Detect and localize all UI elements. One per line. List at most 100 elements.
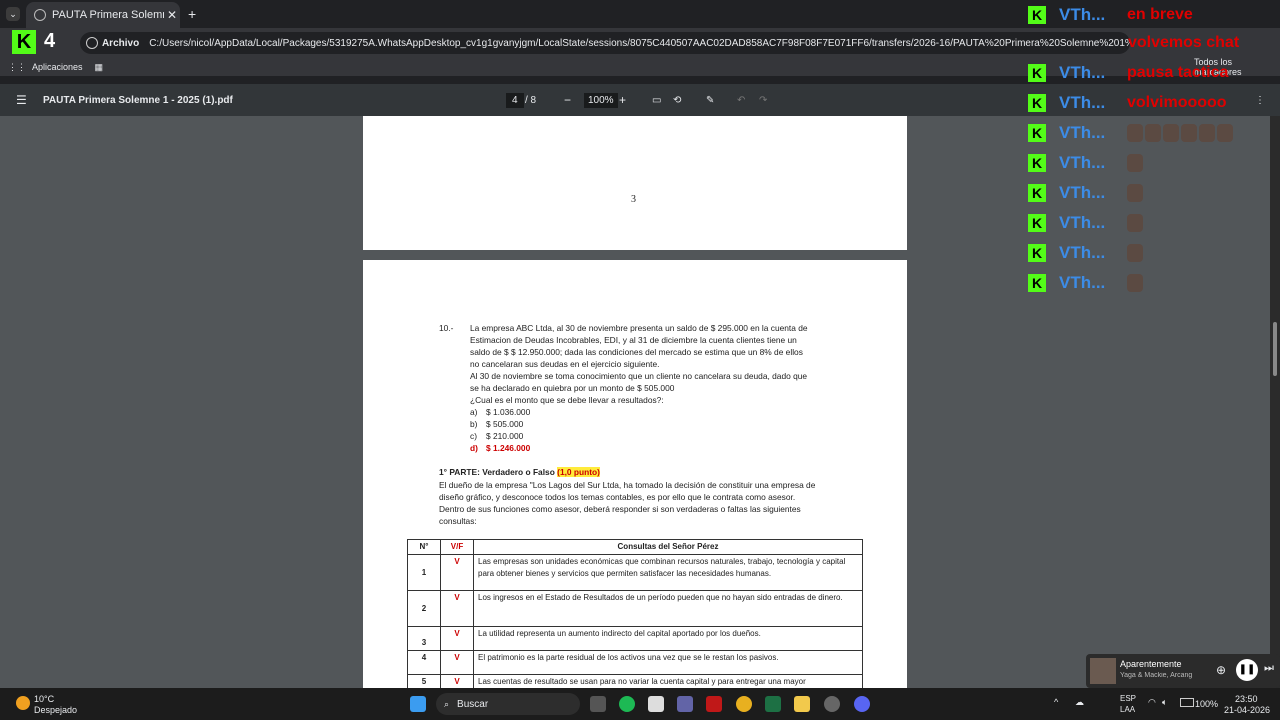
part-points: (1,0 punto) [557,467,600,477]
search-placeholder: Buscar [457,698,489,710]
question-line: La empresa ABC Ltda, al 30 de noviembre … [470,323,808,333]
question-line: Al 30 de noviembre se toma conocimiento … [470,371,808,381]
album-art [1090,658,1116,684]
discord-icon[interactable] [854,696,870,712]
media-artist: Yaga & Mackie, Arcang [1120,672,1193,679]
question-line: saldo de $ $ 12.950.000; dada las condic… [470,347,803,357]
emote-icon [1127,274,1143,292]
apps-icon[interactable]: ⋮⋮ [8,62,26,73]
excel-icon[interactable] [765,696,781,712]
tab-pdf[interactable]: PAUTA Primera Solemne 1 - 20… ✕ [26,2,180,28]
rotate-icon[interactable]: ⟲ [673,95,681,106]
volume-icon[interactable]: 🔈︎ [1162,697,1167,708]
chat-message: K VTh... [1028,181,1145,205]
emote-icon [1145,124,1161,142]
chrome-icon[interactable] [736,696,752,712]
info-icon[interactable] [86,37,98,49]
clock-time[interactable]: 23:50 [1235,694,1258,704]
fit-page-icon[interactable]: ▭ [652,95,661,106]
question-line: Estimacion de Deudas Incobrables, EDI, y… [470,335,797,345]
mcafee-icon[interactable] [706,696,722,712]
onedrive-icon[interactable]: ☁ [1075,697,1084,708]
kick-icon: K [1028,124,1046,142]
chat-message: K VTh... [1028,151,1145,175]
teams-icon[interactable] [677,696,693,712]
app-icon[interactable] [824,696,840,712]
pause-button[interactable]: ❚❚ [1236,659,1258,681]
question-line: se ha declarado en quiebra por un monto … [470,383,675,393]
option-b: b) $ 505.000 [470,419,524,429]
question-text: La empresa ABC Ltda, al 30 de noviembre … [470,322,850,454]
chat-message: K VTh... [1028,271,1145,295]
scrollbar[interactable] [1270,116,1280,688]
kick-icon: K [1028,214,1046,232]
redo-icon[interactable]: ↷ [759,95,767,106]
url-text: C:/Users/nicol/AppData/Local/Packages/53… [149,37,1130,49]
kick-brand-text: 4 [44,30,56,52]
search-box[interactable]: ⌕ Buscar [436,693,580,715]
tab-search-icon[interactable]: ⌄ [6,7,20,21]
zoom-out-button[interactable]: − [564,93,571,107]
file-explorer-icon[interactable] [794,696,810,712]
part-title: 1° PARTE: Verdadero o Falso (1,0 punto) [439,467,600,477]
pdf-page-3: 3 [363,116,907,250]
spotify-icon[interactable] [619,696,635,712]
kick-icon: K [1028,64,1046,82]
close-tab-icon[interactable]: ✕ [164,8,180,22]
col-header-consultas: Consultas del Señor Pérez [473,539,863,555]
emote-icon [1127,184,1143,202]
page-number-input[interactable]: 4 [506,92,524,108]
table-row: 5 V Las cuentas de resultado se usan para … [407,674,863,688]
scrollbar-thumb[interactable] [1273,322,1277,376]
more-options-icon[interactable]: ⋮ [1255,95,1265,106]
intro-text: El dueño de la empresa "Los Lagos del Su… [439,480,816,526]
table-row: 2 V Los ingresos en el Estado de Resultado… [407,590,863,627]
annotate-icon[interactable]: ✎ [706,95,714,106]
windows-start-icon[interactable] [410,696,426,712]
clock-date[interactable]: 21-04-2026 [1224,705,1270,715]
zoom-level[interactable]: 100% [584,92,618,108]
media-widget[interactable]: Aparentemente Yaga & Mackie, Arcang ⊕ ❚❚… [1086,654,1280,688]
weather-temp[interactable]: 10°C [34,694,54,704]
store-icon[interactable] [648,696,664,712]
menu-icon[interactable]: ☰ [16,93,27,107]
emote-icon [1217,124,1233,142]
battery-icon[interactable] [1180,698,1194,707]
lang-layout[interactable]: LAA [1120,705,1135,714]
page-total: / 8 [525,94,537,106]
media-settings-icon[interactable]: ⊕ [1216,663,1226,677]
weather-icon[interactable] [16,696,30,710]
chat-message: K VTh... [1028,211,1145,235]
emote-icon [1127,244,1143,262]
battery-percent: 100% [1195,699,1219,709]
wifi-icon[interactable]: ◠ [1148,697,1156,708]
col-header-vf: V/F [440,539,474,555]
chat-message: volvemos chat [1128,34,1240,51]
new-tab-button[interactable]: + [188,6,196,22]
chat-message: K VTh... [1028,241,1145,265]
question-line: no cancelaran sus deudas en el ejercicio… [470,359,660,369]
weather-desc[interactable]: Despejado [34,705,77,715]
bookmark-apps[interactable]: Aplicaciones [32,62,83,72]
option-d-correct: d) $ 1.246.000 [470,443,531,453]
task-view-icon[interactable] [590,696,606,712]
lang-code[interactable]: ESP [1120,694,1136,703]
option-a: a) $ 1.036.000 [470,407,531,417]
kick-icon: K [1028,154,1046,172]
emote-icon [1163,124,1179,142]
next-track-icon[interactable]: ⏭ [1264,662,1274,675]
chat-message: K VTh... [1028,121,1235,145]
tab-groups-icon[interactable]: ▦ [95,62,104,73]
page-number-footer: 3 [631,194,636,205]
question-line: ¿Cual es el monto que se debe llevar a r… [470,395,664,405]
emote-icon [1127,154,1143,172]
kick-icon: K [1028,274,1046,292]
kick-icon: K [1028,94,1046,112]
undo-icon[interactable]: ↶ [737,95,745,106]
taskbar: 10°C Despejado ⌕ Buscar ^ ☁ ESP LAA ◠ 🔈︎… [0,688,1280,720]
tab-title: PAUTA Primera Solemne 1 - 20… [52,9,164,21]
tray-chevron-icon[interactable]: ^ [1054,697,1058,707]
zoom-in-button[interactable]: + [619,93,626,107]
kick-logo: K [12,30,36,54]
address-bar[interactable]: Archivo C:/Users/nicol/AppData/Local/Pac… [80,32,1130,54]
